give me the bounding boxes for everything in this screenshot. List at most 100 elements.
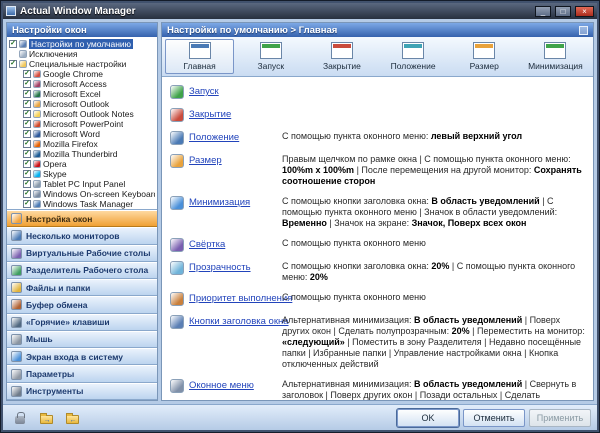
tree-item[interactable]: ✓ Windows On-screen Keyboard	[23, 189, 155, 199]
tree-item[interactable]: ✓ Microsoft Access	[23, 79, 155, 89]
sidebar-nav-item[interactable]: Мышь	[7, 331, 157, 348]
setting-link[interactable]: Положение	[189, 131, 239, 145]
setting-row-left: Оконное меню	[170, 379, 282, 400]
window-body: Настройки окон ✓ Настройки по умолчанию …	[3, 19, 597, 404]
tree-item[interactable]: ✓ Skype	[23, 169, 155, 179]
checkbox[interactable]: ✓	[23, 150, 31, 158]
tab-label: Главная	[183, 61, 215, 71]
tab[interactable]: Закрытие	[307, 39, 376, 74]
ok-button[interactable]: OK	[397, 409, 459, 427]
tab[interactable]: Главная	[165, 39, 234, 74]
tree-item[interactable]: ✓ Microsoft Excel	[23, 89, 155, 99]
checkbox[interactable]: ✓	[23, 200, 31, 208]
checkbox[interactable]: ✓	[23, 180, 31, 188]
sidebar-nav-item[interactable]: Параметры	[7, 365, 157, 382]
tab-label: Минимизация	[528, 61, 583, 71]
sidebar-nav-item[interactable]: Несколько мониторов	[7, 227, 157, 244]
tree-item[interactable]: ✓ Mozilla Firefox	[23, 139, 155, 149]
sidebar-header: Настройки окон	[7, 23, 157, 37]
tree-item[interactable]: ✓ Opera	[23, 159, 155, 169]
checkbox[interactable]: ✓	[9, 60, 17, 68]
checkbox[interactable]: ✓	[23, 100, 31, 108]
tree-item[interactable]: ✓ Microsoft PowerPoint	[23, 119, 155, 129]
setting-link[interactable]: Кнопки заголовка окна	[189, 315, 289, 329]
nav-item-icon	[11, 213, 22, 224]
nav-item-icon	[11, 386, 22, 397]
close-button[interactable]: ×	[575, 6, 594, 17]
setting-link[interactable]: Приоритет выполнения	[189, 292, 292, 306]
settings-tabs: Главная Запуск Закрытие Положение Размер	[162, 37, 593, 77]
checkbox[interactable]: ✓	[23, 110, 31, 118]
export-settings-button[interactable]: ←	[61, 409, 83, 427]
setting-link[interactable]: Закрытие	[189, 108, 231, 122]
setting-icon	[170, 108, 184, 122]
tree-item[interactable]: ✓ Tablet PC Input Panel	[23, 179, 155, 189]
tab[interactable]: Размер	[450, 39, 519, 74]
sidebar-nav-item[interactable]: Буфер обмена	[7, 296, 157, 313]
tree-item-label: Opera	[43, 159, 67, 169]
tab[interactable]: Запуск	[236, 39, 305, 74]
checkbox[interactable]: ✓	[23, 190, 31, 198]
sidebar-nav-item[interactable]: Разделитель Рабочего стола	[7, 262, 157, 279]
checkbox[interactable]: ✓	[23, 90, 31, 98]
setting-link[interactable]: Прозрачность	[189, 261, 251, 275]
sidebar-nav-item[interactable]: Файлы и папки	[7, 279, 157, 296]
setting-icon	[170, 85, 184, 99]
tree-item[interactable]: ✓ Microsoft Outlook Notes	[23, 109, 155, 119]
nav-item-label: Экран входа в систему	[26, 352, 123, 362]
sidebar-nav-item[interactable]: Виртуальные Рабочие столы	[7, 245, 157, 262]
nav-item-icon	[11, 299, 22, 310]
setting-description: С помощью кнопки заголовка окна: 20% | С…	[282, 261, 587, 283]
setting-link[interactable]: Запуск	[189, 85, 219, 99]
tree-item[interactable]: ✓ Настройки по умолчанию	[9, 39, 155, 49]
tree-item[interactable]: ✓ Исключения	[9, 49, 155, 59]
sidebar-nav-item[interactable]: Настройка окон	[7, 210, 157, 227]
setting-description: С помощью пункта оконного меню	[282, 292, 587, 306]
setting-icon	[170, 261, 184, 275]
checkbox[interactable]: ✓	[9, 40, 17, 48]
import-settings-button[interactable]: →	[35, 409, 57, 427]
tree-item[interactable]: ✓ Google Chrome	[23, 69, 155, 79]
nav-item-label: Параметры	[26, 369, 74, 379]
setting-row-left: Приоритет выполнения	[170, 292, 282, 306]
minimize-button[interactable]: _	[535, 6, 551, 17]
main-panel: Настройки по умолчанию > Главная Главная…	[161, 22, 594, 401]
main-header: Настройки по умолчанию > Главная	[162, 23, 593, 37]
setting-link[interactable]: Минимизация	[189, 196, 250, 210]
tree-item[interactable]: ✓ Mozilla Thunderbird	[23, 149, 155, 159]
tree-item-icon	[19, 60, 27, 68]
tree-item[interactable]: ✓ Microsoft Outlook	[23, 99, 155, 109]
tree-item[interactable]: ✓ Microsoft Word	[23, 129, 155, 139]
checkbox[interactable]: ✓	[23, 170, 31, 178]
tab[interactable]: Положение	[379, 39, 448, 74]
setting-link[interactable]: Оконное меню	[189, 379, 254, 393]
checkbox[interactable]: ✓	[23, 160, 31, 168]
tree-item[interactable]: ✓ Windows Task Manager	[23, 199, 155, 209]
setting-row: Свёртка С помощью пункта оконного меню	[170, 238, 587, 252]
sidebar-nav-item[interactable]: Инструменты	[7, 383, 157, 400]
setting-row-left: Кнопки заголовка окна	[170, 315, 282, 370]
protect-button[interactable]	[9, 409, 31, 427]
checkbox[interactable]: ✓	[23, 80, 31, 88]
tree-item[interactable]: ✓ Специальные настройки	[9, 59, 155, 69]
nav-item-label: Настройка окон	[26, 214, 92, 224]
tab[interactable]: Минимизация	[521, 39, 590, 74]
checkbox[interactable]: ✓	[23, 130, 31, 138]
setting-link[interactable]: Размер	[189, 154, 222, 168]
setting-row: Запуск	[170, 85, 587, 99]
pin-icon[interactable]	[579, 26, 588, 35]
tree-item-icon	[33, 130, 41, 138]
cancel-button[interactable]: Отменить	[463, 409, 525, 427]
checkbox[interactable]: ✓	[23, 140, 31, 148]
setting-row: Закрытие	[170, 108, 587, 122]
maximize-button[interactable]: □	[555, 6, 571, 17]
sidebar-nav-item[interactable]: Экран входа в систему	[7, 348, 157, 365]
setting-description: Альтернативная минимизация: В область ув…	[282, 379, 587, 400]
checkbox[interactable]: ✓	[23, 70, 31, 78]
checkbox[interactable]: ✓	[23, 120, 31, 128]
sidebar-nav-item[interactable]: «Горячие» клавиши	[7, 314, 157, 331]
setting-icon	[170, 315, 184, 329]
apply-button[interactable]: Применить	[529, 409, 591, 427]
setting-description: Правым щелчком по рамке окна | С помощью…	[282, 154, 587, 187]
setting-link[interactable]: Свёртка	[189, 238, 225, 252]
